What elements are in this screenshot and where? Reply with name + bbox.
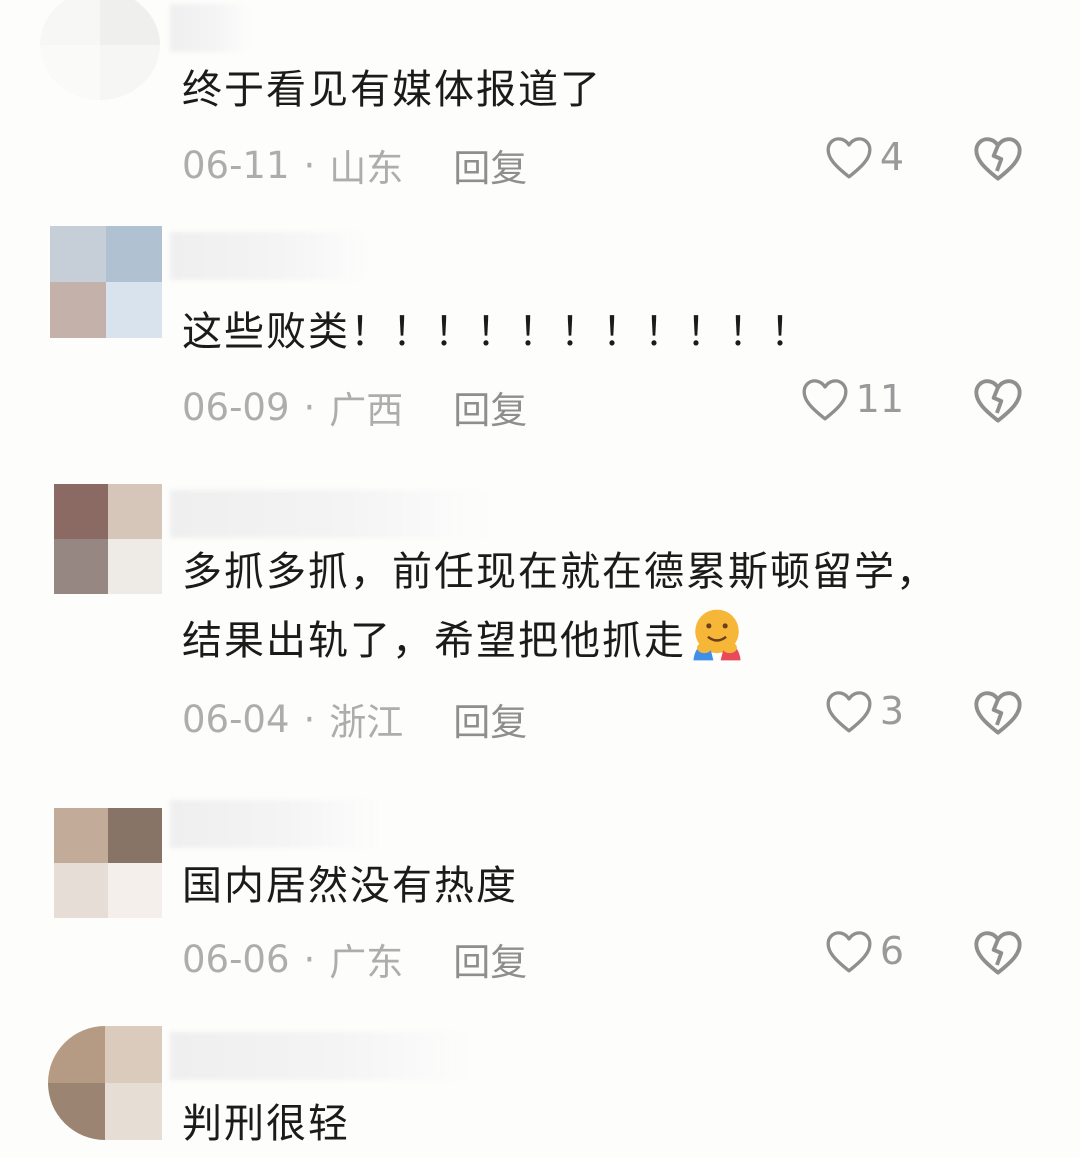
like-count: 4 bbox=[879, 135, 904, 179]
heart-outline-icon bbox=[826, 691, 872, 733]
avatar[interactable] bbox=[50, 226, 162, 338]
reply-button[interactable]: 回复 bbox=[453, 692, 527, 746]
broken-heart-icon[interactable] bbox=[972, 376, 1024, 424]
separator-dot: · bbox=[303, 385, 316, 429]
like-button[interactable]: 11 bbox=[800, 376, 904, 422]
comment-text-content: 多抓多抓，前任现在就在德累斯顿留学， 结果出轨了，希望把他抓走 bbox=[182, 549, 938, 664]
username-blurred[interactable] bbox=[170, 490, 490, 538]
comment-text: 多抓多抓，前任现在就在德累斯顿留学， 结果出轨了，希望把他抓走 bbox=[182, 538, 938, 675]
like-count: 11 bbox=[855, 377, 904, 421]
avatar[interactable] bbox=[54, 808, 162, 918]
comment-region: 广西 bbox=[329, 389, 404, 432]
comment-text: 这些败类！！！！！！！！！！！ bbox=[182, 309, 812, 355]
comment-region: 浙江 bbox=[329, 701, 404, 744]
separator-dot: · bbox=[303, 937, 316, 981]
avatar[interactable] bbox=[54, 484, 162, 594]
comment-text: 终于看见有媒体报道了 bbox=[182, 67, 602, 113]
comment-text: 判刑很轻 bbox=[182, 1101, 350, 1147]
like-button[interactable]: 3 bbox=[824, 688, 904, 734]
heart-outline-icon bbox=[826, 137, 872, 179]
comment-meta: 06-11 · 山东 回复 bbox=[182, 138, 527, 192]
separator-dot: · bbox=[303, 697, 316, 741]
comment-region: 山东 bbox=[329, 147, 404, 190]
username-blurred[interactable] bbox=[170, 4, 250, 52]
comment-meta: 06-04 · 浙江 回复 bbox=[182, 692, 527, 746]
avatar[interactable] bbox=[48, 1026, 162, 1140]
comment-date: 06-06 bbox=[182, 937, 290, 981]
comment-meta: 06-09 · 广西 回复 bbox=[182, 380, 527, 434]
like-count: 6 bbox=[879, 929, 904, 973]
reply-button[interactable]: 回复 bbox=[453, 932, 527, 986]
like-button[interactable]: 4 bbox=[824, 134, 904, 180]
username-blurred[interactable] bbox=[170, 232, 370, 280]
like-button[interactable]: 6 bbox=[824, 928, 904, 974]
comment-text: 国内居然没有热度 bbox=[182, 863, 518, 909]
comment-date: 06-04 bbox=[182, 697, 290, 741]
like-count: 3 bbox=[879, 689, 904, 733]
heart-outline-icon bbox=[802, 379, 848, 421]
broken-heart-icon[interactable] bbox=[972, 688, 1024, 736]
hugging-face-emoji bbox=[688, 606, 746, 664]
reply-button[interactable]: 回复 bbox=[453, 138, 527, 192]
broken-heart-icon[interactable] bbox=[972, 134, 1024, 182]
comment-meta: 06-06 · 广东 回复 bbox=[182, 932, 527, 986]
username-blurred[interactable] bbox=[170, 1032, 470, 1080]
comment-date: 06-09 bbox=[182, 385, 290, 429]
reply-button[interactable]: 回复 bbox=[453, 380, 527, 434]
broken-heart-icon[interactable] bbox=[972, 928, 1024, 976]
separator-dot: · bbox=[303, 143, 316, 187]
heart-outline-icon bbox=[826, 931, 872, 973]
avatar[interactable] bbox=[40, 0, 160, 100]
comment-date: 06-11 bbox=[182, 143, 290, 187]
username-blurred[interactable] bbox=[170, 800, 380, 848]
comment-region: 广东 bbox=[329, 941, 404, 984]
